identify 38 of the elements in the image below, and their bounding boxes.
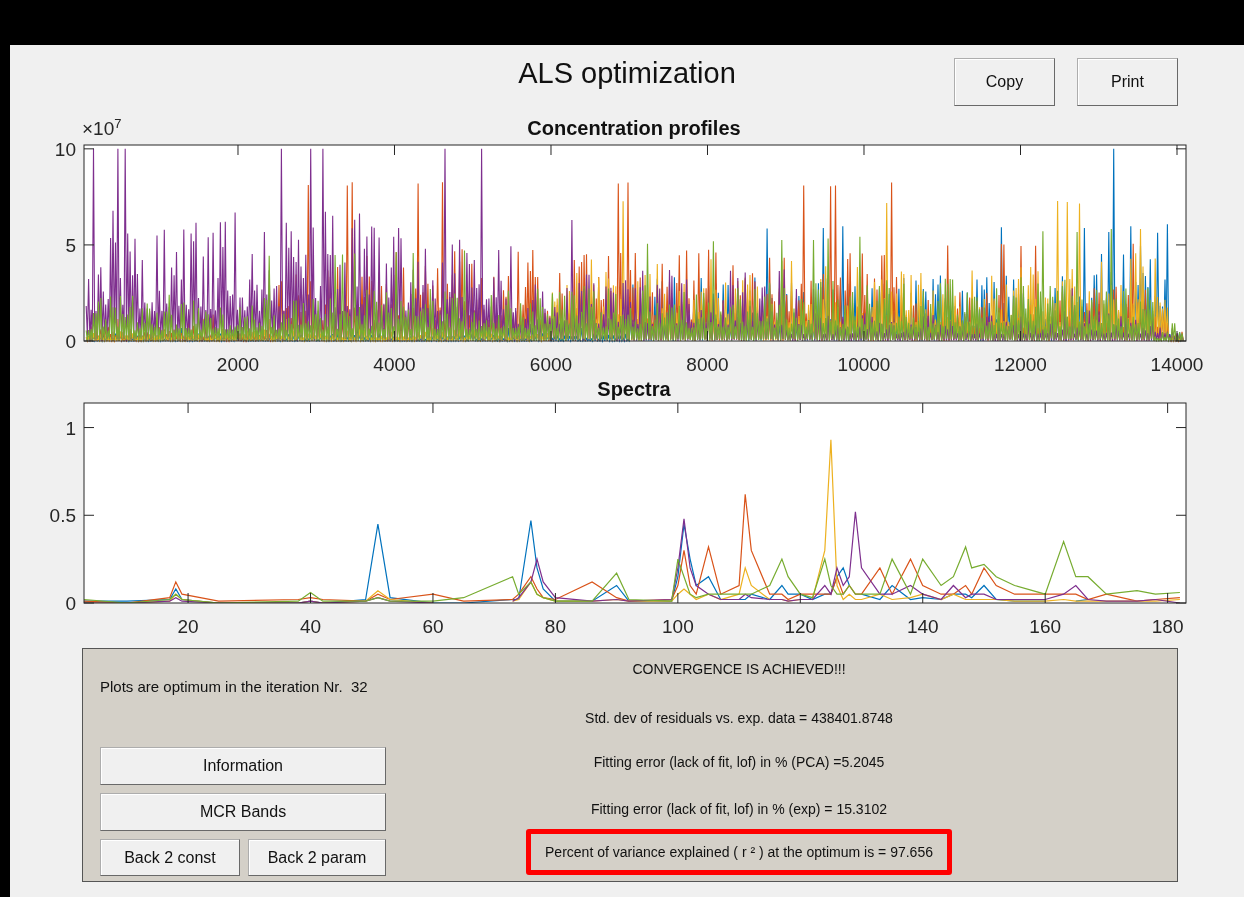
y-tick-label: 5	[65, 234, 76, 256]
x-tick-label: 100	[662, 616, 694, 637]
x-tick-label: 8000	[686, 354, 729, 375]
x-tick-label: 40	[299, 616, 322, 637]
x-tick-label: 20	[177, 616, 199, 637]
chart-title: Concentration profiles	[527, 117, 741, 140]
result-text: Std. dev of residuals vs. exp. data = 438401.8748	[584, 710, 894, 726]
x-tick-label: 140	[906, 616, 939, 637]
x-tick-label: 180	[1151, 616, 1184, 637]
x-tick-label: 80	[544, 616, 566, 637]
y-tick-label: 0	[65, 593, 76, 614]
toolbar-button[interactable]: Print	[1077, 58, 1178, 106]
x-tick-label: 160	[1029, 616, 1062, 637]
window-title: ALS optimization	[518, 57, 736, 90]
toolbar-button[interactable]: Copy	[954, 58, 1055, 106]
chart-title: Spectra	[597, 377, 671, 401]
highlighted-result-text: Percent of variance explained ( r ² ) at the optimum is = 97.656	[526, 829, 952, 875]
x-tick-label: 4000	[373, 354, 416, 375]
axis-exponent: ×10$^{7}$	[82, 116, 122, 141]
y-tick-label: 10	[54, 140, 76, 160]
result-text: Fitting error (lack of fit, lof) in % (exp) = 15.3102	[589, 801, 889, 817]
panel-button[interactable]: Back 2 param	[248, 839, 386, 876]
result-text: CONVERGENCE IS ACHIEVED!!!	[631, 661, 847, 677]
y-tick-label: 0	[65, 331, 76, 352]
panel-button[interactable]: MCR Bands	[100, 793, 386, 831]
x-tick-label: 10000	[837, 354, 891, 375]
y-tick-label: 1	[65, 417, 76, 439]
iteration-text: Plots are optimum in the iteration Nr. 32	[100, 678, 369, 695]
x-tick-label: 2000	[216, 354, 260, 375]
panel-button[interactable]: Information	[100, 747, 386, 785]
x-tick-label: 6000	[529, 354, 573, 375]
y-tick-label: 0.5	[49, 505, 76, 527]
x-tick-label: 60	[422, 616, 444, 637]
x-tick-label: 12000	[994, 354, 1047, 375]
x-tick-label: 14000	[1150, 354, 1204, 375]
result-text: Fitting error (lack of fit, lof) in % (PCA) =5.2045	[592, 754, 886, 770]
panel-button[interactable]: Back 2 const	[100, 839, 240, 876]
x-tick-label: 120	[784, 616, 817, 637]
